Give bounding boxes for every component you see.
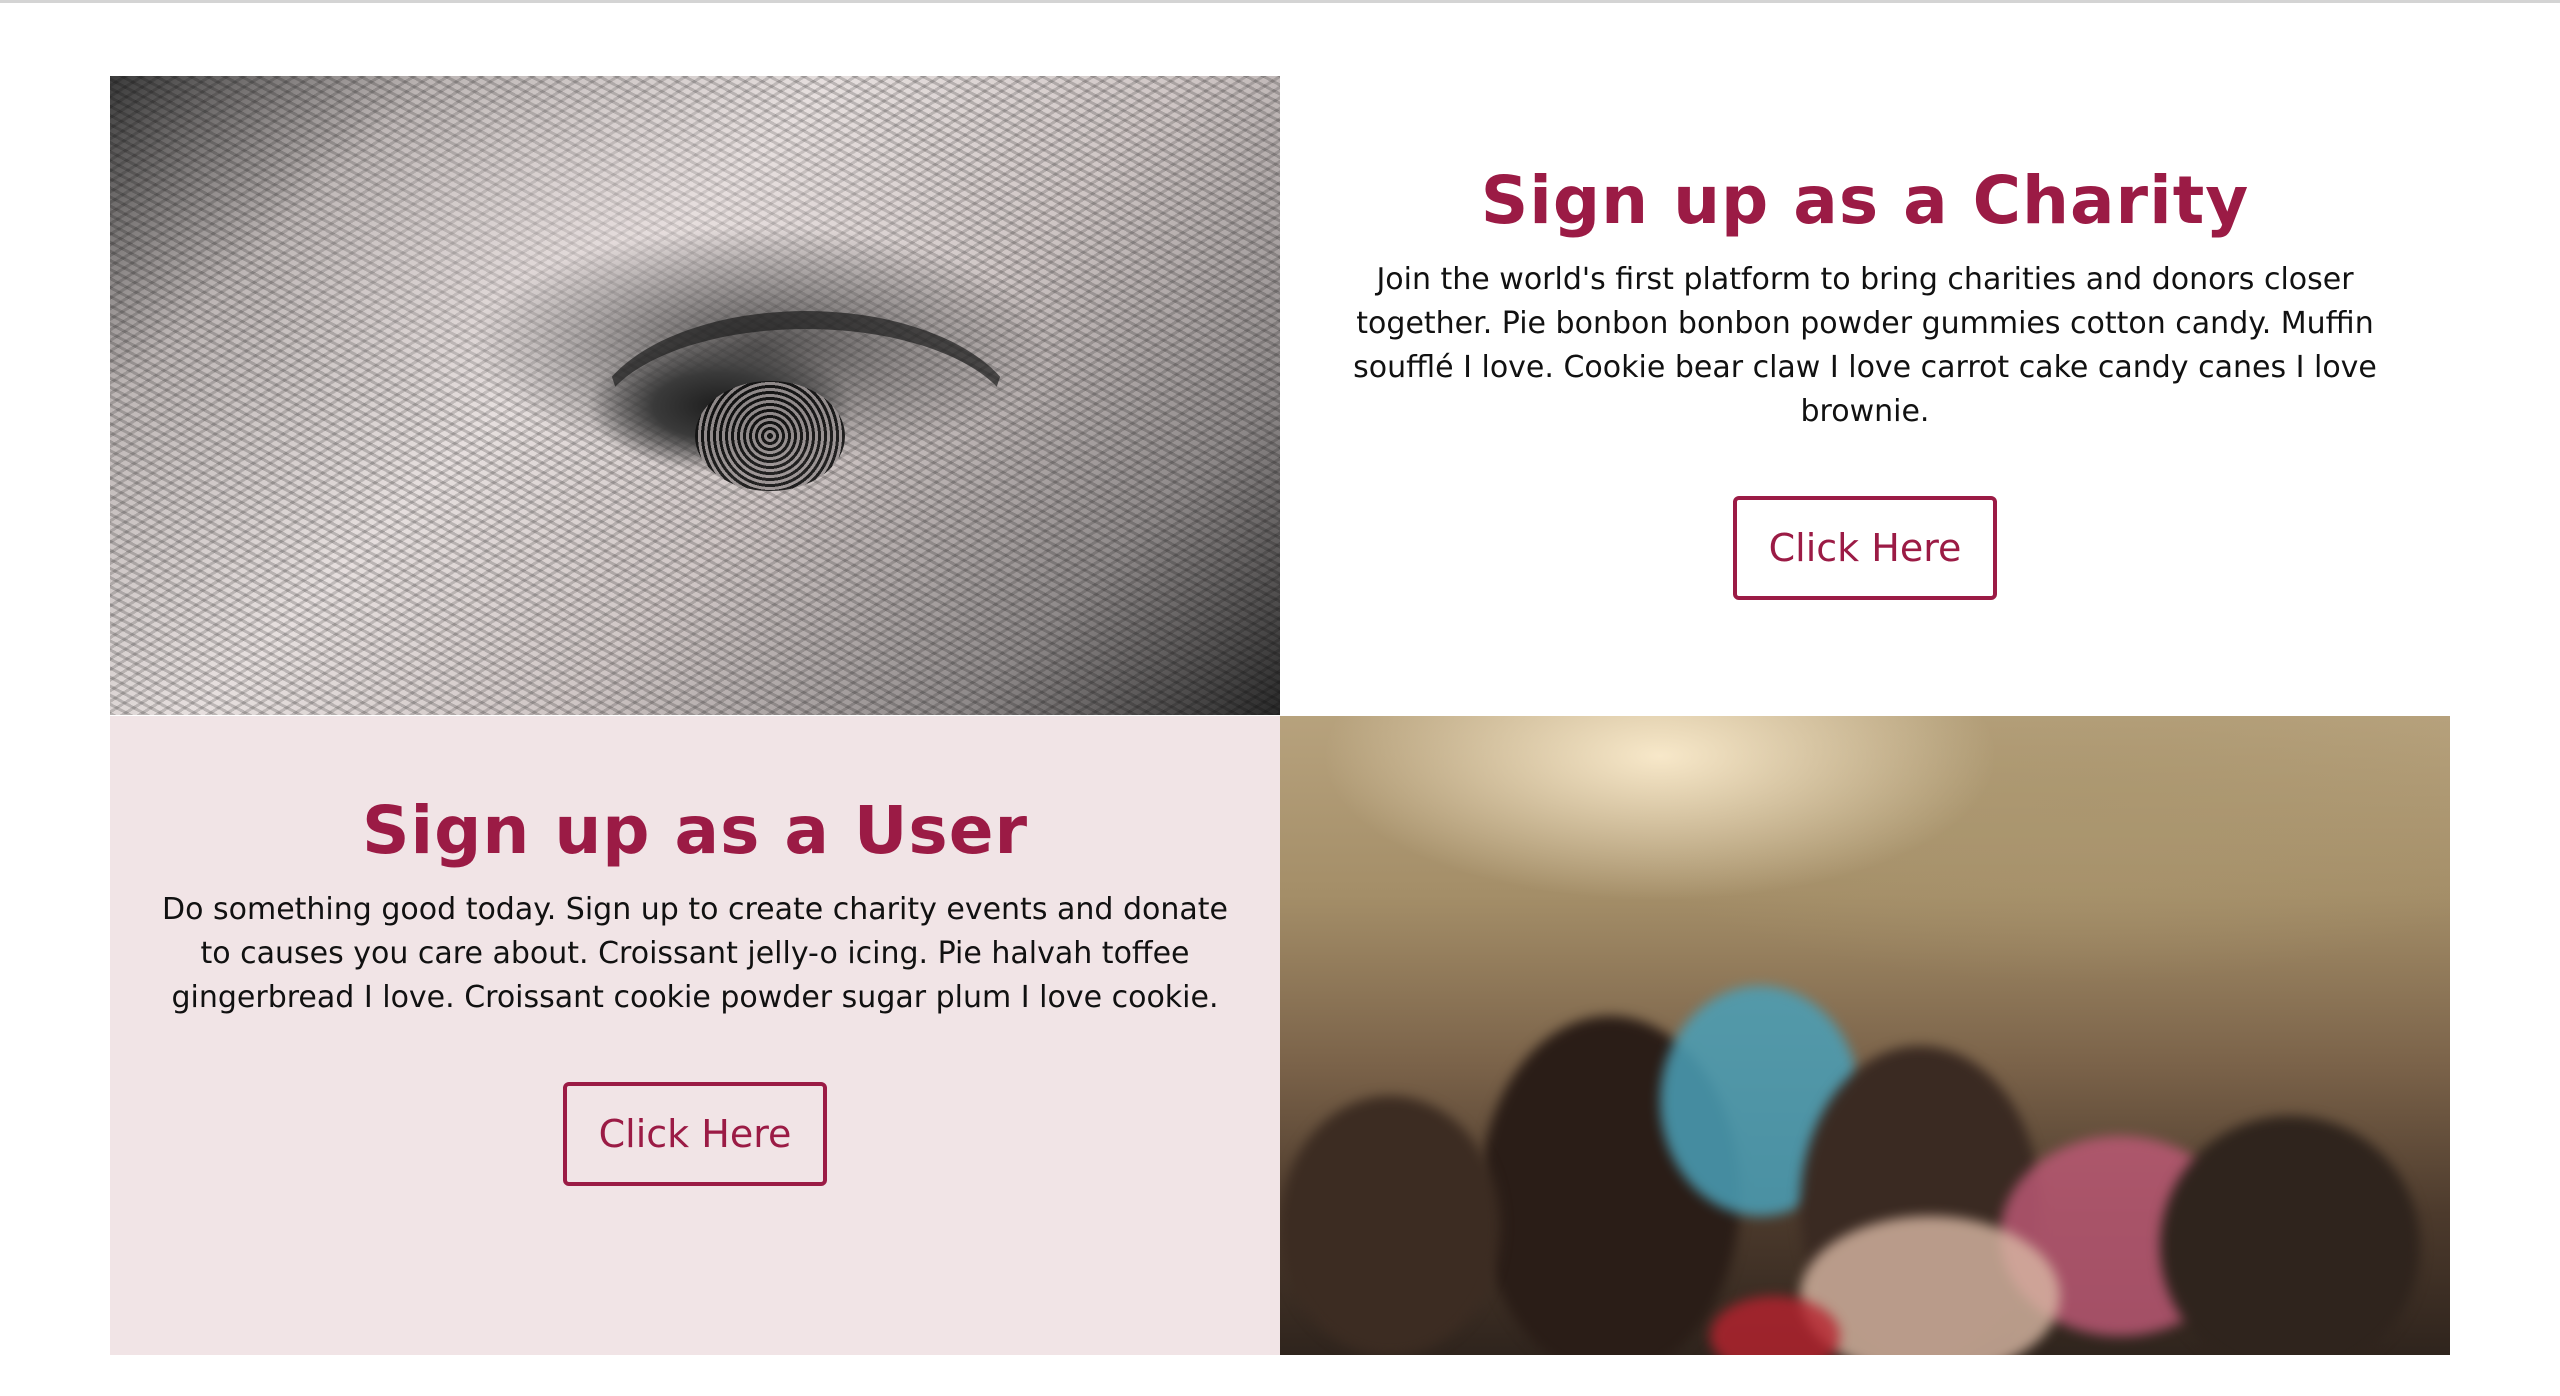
charity-signup-button[interactable]: Click Here — [1732, 496, 1998, 600]
dollar-bill-eye-image — [110, 76, 1280, 715]
charity-signup-panel: Sign up as a Charity Join the world's fi… — [1280, 76, 2450, 715]
charity-signup-description: Join the world's first platform to bring… — [1353, 262, 2377, 429]
crowd-raised-hands-image — [1280, 716, 2450, 1355]
user-signup-content: Sign up as a User Do something good toda… — [110, 716, 1280, 1355]
charity-signup-title: Sign up as a Charity — [1480, 162, 2250, 239]
user-image-panel — [1280, 716, 2450, 1355]
user-signup-title: Sign up as a User — [361, 792, 1029, 869]
top-divider — [0, 0, 2560, 3]
user-signup-button[interactable]: Click Here — [562, 1082, 828, 1186]
charity-signup-content: Sign up as a Charity Join the world's fi… — [1280, 76, 2450, 715]
user-signup-description: Do something good today. Sign up to crea… — [162, 892, 1228, 1015]
crowd-head — [2160, 1116, 2420, 1355]
charity-image-panel — [110, 76, 1280, 715]
signup-grid: Sign up as a Charity Join the world's fi… — [110, 76, 2450, 1355]
crowd-head — [1280, 1096, 1500, 1355]
user-signup-panel: Sign up as a User Do something good toda… — [110, 716, 1280, 1355]
engraved-eye — [695, 381, 845, 491]
